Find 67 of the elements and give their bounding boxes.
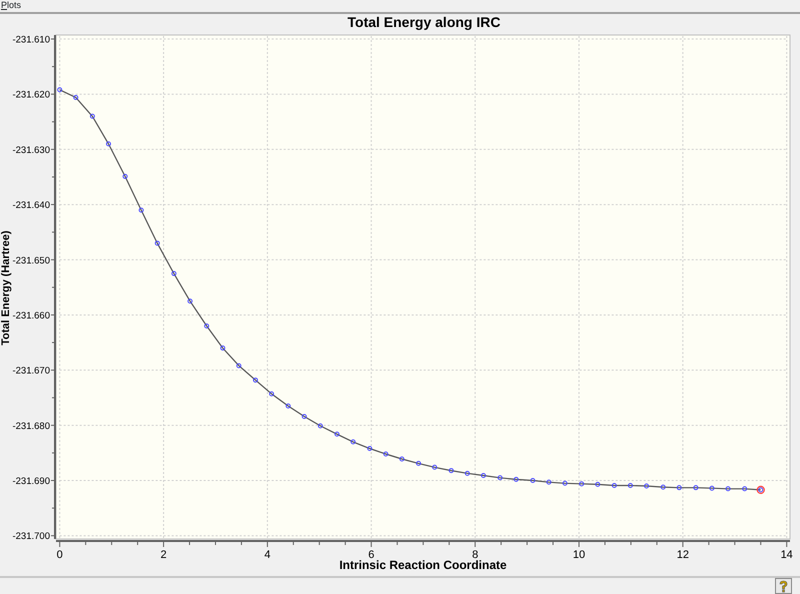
data-point[interactable] bbox=[480, 473, 486, 478]
data-point[interactable] bbox=[138, 208, 144, 213]
data-point[interactable] bbox=[269, 391, 274, 396]
y-tick-label: -231.620 bbox=[12, 90, 50, 101]
data-point[interactable] bbox=[204, 323, 210, 328]
data-point[interactable] bbox=[318, 423, 323, 428]
data-point[interactable] bbox=[122, 174, 128, 179]
data-point[interactable] bbox=[448, 468, 454, 474]
help-icon bbox=[778, 580, 789, 592]
data-point[interactable] bbox=[660, 484, 666, 490]
data-point[interactable] bbox=[154, 240, 160, 246]
data-point[interactable] bbox=[546, 480, 552, 485]
y-tick-label: -231.690 bbox=[12, 476, 50, 487]
data-point[interactable] bbox=[73, 95, 78, 100]
x-tick-label: 4 bbox=[264, 549, 270, 561]
chart-title: Total Energy along IRC bbox=[348, 14, 500, 30]
x-tick-label: 12 bbox=[676, 549, 689, 561]
x-tick-label: 14 bbox=[780, 549, 793, 561]
y-tick-label: -231.640 bbox=[12, 200, 50, 212]
data-point[interactable] bbox=[286, 404, 291, 408]
data-point[interactable] bbox=[676, 485, 682, 490]
data-point[interactable] bbox=[171, 271, 176, 276]
y-axis-title: Total Energy (Hartree) bbox=[0, 230, 12, 346]
menu-item[interactable]: Plots bbox=[1, 0, 22, 12]
data-point[interactable] bbox=[628, 482, 633, 488]
x-tick-label: 10 bbox=[572, 549, 586, 561]
data-point[interactable] bbox=[742, 486, 748, 492]
y-tick-label: -231.650 bbox=[12, 255, 50, 266]
data-point[interactable] bbox=[383, 452, 388, 457]
data-point[interactable] bbox=[612, 482, 617, 488]
y-tick-label: -231.610 bbox=[12, 34, 50, 46]
x-axis-title: Intrinsic Reaction Coordinate bbox=[339, 558, 507, 572]
data-point[interactable] bbox=[514, 476, 519, 482]
y-tick-label: -231.680 bbox=[12, 420, 50, 432]
data-point[interactable] bbox=[236, 363, 242, 368]
y-tick-label: -231.670 bbox=[12, 366, 50, 377]
x-tick-label: 8 bbox=[472, 549, 478, 561]
data-point[interactable] bbox=[350, 439, 356, 444]
data-point[interactable] bbox=[530, 478, 536, 483]
data-point[interactable] bbox=[334, 432, 340, 437]
data-point[interactable] bbox=[709, 486, 714, 491]
data-point[interactable] bbox=[726, 486, 731, 492]
data-point[interactable] bbox=[57, 87, 62, 92]
x-tick-label: 2 bbox=[160, 549, 167, 561]
data-point[interactable] bbox=[220, 346, 226, 351]
data-point[interactable] bbox=[90, 114, 95, 119]
y-tick-label: -231.630 bbox=[12, 144, 50, 156]
y-tick-label: -231.700 bbox=[12, 531, 50, 542]
data-point[interactable] bbox=[188, 298, 193, 304]
data-point[interactable] bbox=[644, 484, 649, 489]
data-point[interactable] bbox=[416, 460, 422, 466]
data-point[interactable] bbox=[562, 480, 568, 486]
data-point[interactable] bbox=[399, 456, 404, 462]
help-button[interactable] bbox=[775, 578, 792, 594]
x-tick-label: 0 bbox=[56, 549, 63, 561]
data-point[interactable] bbox=[432, 464, 438, 470]
data-point[interactable] bbox=[693, 485, 698, 490]
data-point[interactable] bbox=[252, 378, 258, 383]
data-point[interactable] bbox=[464, 470, 470, 476]
data-point[interactable] bbox=[367, 446, 372, 451]
data-point[interactable] bbox=[498, 475, 503, 480]
data-point[interactable] bbox=[302, 414, 307, 419]
y-tick-label: -231.660 bbox=[12, 310, 50, 322]
x-tick-label: 6 bbox=[368, 549, 374, 561]
data-point[interactable] bbox=[595, 482, 600, 487]
data-point[interactable] bbox=[579, 481, 584, 486]
data-point[interactable] bbox=[106, 141, 112, 146]
